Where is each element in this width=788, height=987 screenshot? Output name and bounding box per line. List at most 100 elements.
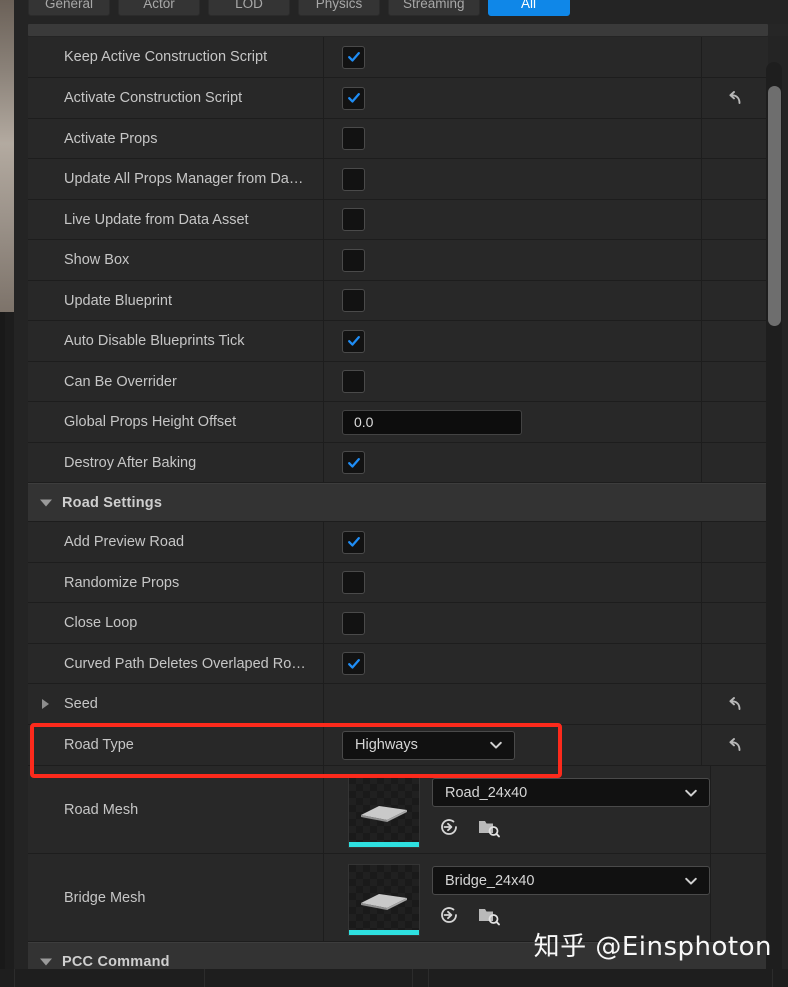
checkbox-curved-path-deletes-overlaped-roads[interactable] bbox=[342, 652, 365, 675]
property-value[interactable] bbox=[324, 603, 702, 643]
property-label: Update Blueprint bbox=[28, 281, 324, 320]
expand-seed-icon[interactable] bbox=[42, 699, 49, 709]
revert-cell bbox=[702, 443, 768, 482]
revert-icon[interactable] bbox=[725, 735, 745, 755]
revert-cell bbox=[702, 119, 768, 158]
property-value[interactable] bbox=[324, 281, 702, 320]
checkbox-live-update-from-data-asset[interactable] bbox=[342, 208, 365, 231]
property-row-activate-construction-script[interactable]: Activate Construction Script bbox=[28, 78, 768, 119]
revert-cell bbox=[702, 603, 768, 643]
property-row-curved-path-deletes-overlaped-roads[interactable]: Curved Path Deletes Overlaped Ro… bbox=[28, 644, 768, 684]
tab-general-label: General bbox=[44, 0, 94, 11]
revert-cell[interactable] bbox=[702, 684, 768, 724]
property-value[interactable] bbox=[324, 159, 702, 199]
revert-cell bbox=[702, 563, 768, 602]
section-header-road-settings[interactable]: Road Settings bbox=[28, 483, 768, 522]
property-row-road-mesh[interactable]: Road Mesh Road_24x40 bbox=[28, 766, 768, 854]
property-value[interactable]: 0.0 bbox=[324, 402, 702, 442]
checkbox-activate-construction-script[interactable] bbox=[342, 86, 365, 110]
property-value[interactable] bbox=[324, 240, 702, 280]
tab-all[interactable]: All bbox=[487, 0, 570, 16]
chevron-down-icon bbox=[490, 741, 502, 749]
checkbox-update-blueprint[interactable] bbox=[342, 289, 365, 312]
checkbox-randomize-props[interactable] bbox=[342, 571, 365, 594]
checkbox-destroy-after-baking[interactable] bbox=[342, 451, 365, 474]
road-mesh-action-buttons bbox=[432, 814, 710, 840]
property-row-update-all-props-manager[interactable]: Update All Props Manager from Da… bbox=[28, 159, 768, 200]
revert-cell[interactable] bbox=[702, 78, 768, 118]
property-value[interactable] bbox=[324, 37, 702, 77]
property-label: Can Be Overrider bbox=[28, 362, 324, 401]
browse-icon[interactable] bbox=[476, 902, 502, 928]
revert-icon[interactable] bbox=[725, 694, 745, 714]
use-selected-asset-icon[interactable] bbox=[436, 814, 462, 840]
checkbox-add-preview-road[interactable] bbox=[342, 530, 365, 554]
checkbox-keep-active-construction-script[interactable] bbox=[342, 45, 365, 69]
revert-cell bbox=[702, 321, 768, 361]
property-row-add-preview-road[interactable]: Add Preview Road bbox=[28, 522, 768, 563]
property-label: Activate Props bbox=[28, 119, 324, 158]
tab-lod[interactable]: LOD bbox=[208, 0, 290, 16]
road-type-dropdown[interactable]: Highways bbox=[342, 730, 515, 760]
checkbox-show-box[interactable] bbox=[342, 248, 365, 272]
thumbnail-type-strip bbox=[349, 842, 419, 847]
checkbox-update-all-props-manager[interactable] bbox=[342, 167, 365, 191]
bottom-partial-row bbox=[0, 969, 788, 987]
bridge-mesh-value: Bridge_24x40 bbox=[445, 872, 535, 889]
details-panel-body: General Actor LOD Physics Streaming All … bbox=[14, 0, 788, 987]
bridge-mesh-asset-dropdown[interactable]: Bridge_24x40 bbox=[432, 866, 710, 895]
property-row-can-be-overrider[interactable]: Can Be Overrider bbox=[28, 362, 768, 402]
property-value[interactable] bbox=[324, 200, 702, 239]
property-row-randomize-props[interactable]: Randomize Props bbox=[28, 563, 768, 603]
property-row-destroy-after-baking[interactable]: Destroy After Baking bbox=[28, 443, 768, 483]
property-row-activate-props[interactable]: Activate Props bbox=[28, 119, 768, 159]
road-mesh-asset-dropdown[interactable]: Road_24x40 bbox=[432, 778, 710, 807]
property-row-keep-active-construction-script[interactable]: Keep Active Construction Script bbox=[28, 37, 768, 78]
use-selected-asset-icon[interactable] bbox=[436, 902, 462, 928]
property-label: Seed bbox=[28, 684, 324, 724]
property-row-show-box[interactable]: Show Box bbox=[28, 240, 768, 281]
tab-streaming-label: Streaming bbox=[403, 0, 465, 11]
browse-icon[interactable] bbox=[476, 814, 502, 840]
vertical-scrollbar-thumb[interactable] bbox=[768, 86, 781, 326]
property-row-close-loop[interactable]: Close Loop bbox=[28, 603, 768, 644]
global-props-height-offset-input[interactable]: 0.0 bbox=[342, 409, 522, 435]
property-value[interactable] bbox=[324, 644, 702, 683]
property-row-update-blueprint[interactable]: Update Blueprint bbox=[28, 281, 768, 321]
property-value[interactable] bbox=[324, 684, 702, 724]
tab-general[interactable]: General bbox=[28, 0, 110, 16]
property-scroll-area: Keep Active Construction Script Activate… bbox=[14, 20, 788, 987]
property-row-global-props-height-offset[interactable]: Global Props Height Offset 0.0 bbox=[28, 402, 768, 443]
property-value[interactable] bbox=[324, 78, 702, 118]
property-value[interactable]: Highways bbox=[324, 725, 702, 765]
property-label: Bridge Mesh bbox=[28, 854, 324, 941]
tab-streaming[interactable]: Streaming bbox=[388, 0, 480, 16]
property-value[interactable]: Road_24x40 bbox=[324, 766, 711, 853]
property-row-road-type[interactable]: Road Type Highways bbox=[28, 725, 768, 766]
column-header-bar-end bbox=[768, 24, 788, 36]
checkbox-close-loop[interactable] bbox=[342, 611, 365, 635]
revert-cell bbox=[702, 240, 768, 280]
revert-icon[interactable] bbox=[725, 88, 745, 108]
property-value[interactable] bbox=[324, 362, 702, 401]
road-mesh-thumbnail[interactable] bbox=[348, 776, 420, 848]
property-row-auto-disable-blueprints-tick[interactable]: Auto Disable Blueprints Tick bbox=[28, 321, 768, 362]
checkbox-can-be-overrider[interactable] bbox=[342, 370, 365, 393]
checkbox-auto-disable-blueprints-tick[interactable] bbox=[342, 329, 365, 353]
road-mesh-controls: Road_24x40 bbox=[432, 776, 710, 840]
property-row-seed[interactable]: Seed bbox=[28, 684, 768, 725]
checkbox-activate-props[interactable] bbox=[342, 127, 365, 150]
property-value[interactable] bbox=[324, 321, 702, 361]
property-value[interactable] bbox=[324, 522, 702, 562]
property-value[interactable] bbox=[324, 563, 702, 602]
bridge-mesh-thumbnail[interactable] bbox=[348, 864, 420, 936]
road-mesh-value: Road_24x40 bbox=[445, 784, 528, 801]
property-row-live-update-from-data-asset[interactable]: Live Update from Data Asset bbox=[28, 200, 768, 240]
chevron-down-icon bbox=[40, 958, 52, 965]
revert-cell[interactable] bbox=[702, 725, 768, 765]
tab-physics[interactable]: Physics bbox=[298, 0, 380, 16]
revert-cell bbox=[702, 522, 768, 562]
property-value[interactable] bbox=[324, 443, 702, 482]
property-value[interactable] bbox=[324, 119, 702, 158]
tab-actor[interactable]: Actor bbox=[118, 0, 200, 16]
